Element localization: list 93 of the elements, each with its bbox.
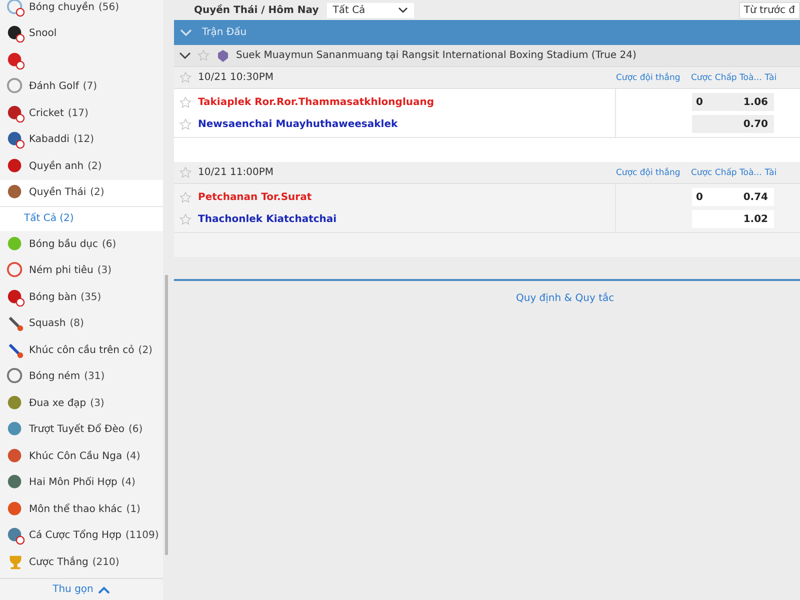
sport-name: Cược Thắng bbox=[29, 556, 88, 568]
sport-name: Ném phi tiêu bbox=[29, 265, 94, 276]
sport-name: Bóng bàn bbox=[29, 292, 77, 303]
team-name: Takiaplek Ror.Ror.Thammasatkhlongluang bbox=[198, 96, 434, 108]
sport-name: Quyền Thái bbox=[29, 187, 86, 198]
column-header: Tài bbox=[764, 168, 777, 178]
rules-link[interactable]: Quy định & Quy tắc bbox=[516, 293, 614, 304]
event-count: (56) bbox=[98, 2, 119, 13]
column-header: Cược Chấp Toà... bbox=[691, 168, 762, 178]
sport-item[interactable]: Bóng bầu dục (6) bbox=[0, 231, 163, 258]
sport-item[interactable]: Môn thể thao khác (1) bbox=[0, 496, 163, 522]
sport-name: Bóng ném bbox=[29, 371, 80, 382]
sub-item[interactable]: Tất Cả (2) bbox=[0, 207, 163, 231]
star-icon[interactable] bbox=[179, 166, 192, 179]
star-icon[interactable] bbox=[179, 118, 192, 130]
team-name: Thachonlek Kiatchatchai bbox=[198, 214, 337, 224]
league-name: Suek Muaymun Sananmuang tại Rangsit International Boxing Stadium (True 24) bbox=[236, 50, 636, 61]
sport-name: Bóng bầu dục bbox=[29, 238, 98, 250]
column-header: Cược đội thắng bbox=[616, 168, 682, 178]
sport-item[interactable]: Ném phi tiêu (3) bbox=[0, 258, 163, 284]
sport-name: Môn thể thao khác bbox=[29, 504, 122, 515]
event-count: (210) bbox=[92, 556, 120, 568]
sport-name: Trượt Tuyết Đổ Đèo bbox=[29, 424, 124, 436]
event-count: (7) bbox=[82, 81, 98, 92]
sport-name: Cá Cược Tổng Hợp bbox=[29, 530, 122, 542]
match-time: 10/21 10:30PM bbox=[198, 72, 274, 83]
sport-item[interactable]: Bóng ném (31) bbox=[0, 364, 163, 390]
team-name: Newsaenchai Muayhuthaweesaklek bbox=[198, 118, 398, 130]
odds-cell[interactable]: 0 0.74 bbox=[692, 188, 774, 206]
sport-item[interactable]: Bóng bàn (35) bbox=[0, 284, 163, 310]
sport-name: Đua xe đạp bbox=[29, 398, 86, 409]
sport-item[interactable]: Khúc Côn Cầu Nga (4) bbox=[0, 443, 163, 470]
star-icon[interactable] bbox=[179, 190, 192, 204]
column-header: Cược đội thắng bbox=[616, 72, 682, 82]
sport-name: Đánh Golf bbox=[29, 81, 79, 92]
event-count: (12) bbox=[73, 134, 94, 146]
star-icon[interactable] bbox=[179, 71, 192, 84]
event-count: (2) bbox=[90, 187, 104, 198]
event-count: (3) bbox=[97, 265, 112, 276]
event-count: (3) bbox=[90, 398, 104, 409]
sport-item[interactable]: Đánh Golf (7) bbox=[0, 74, 163, 100]
sport-name: Khúc côn cầu trên cỏ bbox=[29, 344, 134, 356]
event-count: (6) bbox=[102, 238, 116, 250]
event-count: (1109) bbox=[125, 530, 159, 542]
date-field[interactable]: Từ trước đ bbox=[738, 2, 800, 18]
star-icon[interactable] bbox=[179, 96, 192, 108]
sport-item[interactable]: Khúc côn cầu trên cỏ (2) bbox=[0, 337, 163, 364]
sport-name: Squash bbox=[29, 318, 66, 330]
sport-item[interactable]: Trượt Tuyết Đổ Đèo (6) bbox=[0, 416, 163, 443]
sport-item[interactable]: Quyền Thái (2) bbox=[0, 180, 163, 207]
event-count: (17) bbox=[68, 108, 88, 119]
sport-item[interactable]: Đua xe đạp (3) bbox=[0, 390, 163, 416]
event-count: (35) bbox=[80, 292, 102, 303]
event-count: (2) bbox=[88, 160, 102, 172]
column-header: Tài bbox=[764, 72, 777, 82]
sport-name: Khúc Côn Cầu Nga bbox=[29, 450, 122, 462]
sport-name: Quyền anh bbox=[29, 160, 84, 172]
league-row[interactable]: Suek Muaymun Sananmuang tại Rangsit International Boxing Stadium (True 24) bbox=[174, 45, 800, 67]
chevron-up-icon bbox=[98, 586, 110, 594]
column-header: Cược Chấp Toà... bbox=[691, 72, 762, 82]
sport-name: Kabaddi bbox=[29, 134, 70, 146]
event-count: (6) bbox=[128, 424, 143, 436]
section-title: Trận Đấu bbox=[202, 27, 247, 38]
event-count: (4) bbox=[126, 450, 140, 462]
team-name: Petchanan Tor.Surat bbox=[198, 192, 312, 202]
odds-cell[interactable]: 0.70 bbox=[692, 115, 774, 133]
odds-cell[interactable]: 0 1.06 bbox=[692, 93, 774, 111]
sport-item[interactable]: Hai Môn Phối Hợp (4) bbox=[0, 470, 163, 496]
sport-name: Bóng chuyền bbox=[29, 2, 94, 13]
sport-item[interactable]: Squash (8) bbox=[0, 310, 163, 337]
sport-item[interactable]: Bóng chuyền (56) bbox=[0, 0, 163, 20]
odds-cell[interactable]: 1.02 bbox=[692, 210, 774, 228]
league-icon bbox=[216, 48, 230, 62]
star-icon[interactable] bbox=[179, 212, 192, 226]
sport-item[interactable]: Cá Cược Tổng Hợp (1109) bbox=[0, 522, 163, 549]
star-icon[interactable] bbox=[197, 49, 210, 62]
sport-item[interactable]: Kabaddi (12) bbox=[0, 126, 163, 153]
match-time: 10/21 11:00PM bbox=[198, 167, 274, 178]
event-count: (31) bbox=[84, 371, 105, 382]
breadcrumb: Quyền Thái / Hôm Nay bbox=[194, 4, 319, 16]
sport-item[interactable]: Snool bbox=[0, 20, 163, 47]
event-count: (2) bbox=[138, 344, 152, 356]
caret-icon bbox=[398, 7, 408, 13]
filter-dropdown[interactable]: Tất Cả bbox=[326, 2, 414, 18]
event-count: (4) bbox=[121, 477, 136, 488]
sport-item[interactable]: Cược Thắng (210) bbox=[0, 549, 163, 576]
sport-name: Hai Môn Phối Hợp bbox=[29, 477, 118, 488]
event-count: (1) bbox=[126, 504, 140, 515]
sport-item[interactable]: Cricket (17) bbox=[0, 100, 163, 126]
sport-name: Cricket bbox=[29, 108, 64, 119]
event-count: (8) bbox=[70, 318, 84, 330]
sport-item[interactable]: Quyền anh (2) bbox=[0, 153, 163, 180]
sport-name: Snool bbox=[29, 28, 57, 40]
